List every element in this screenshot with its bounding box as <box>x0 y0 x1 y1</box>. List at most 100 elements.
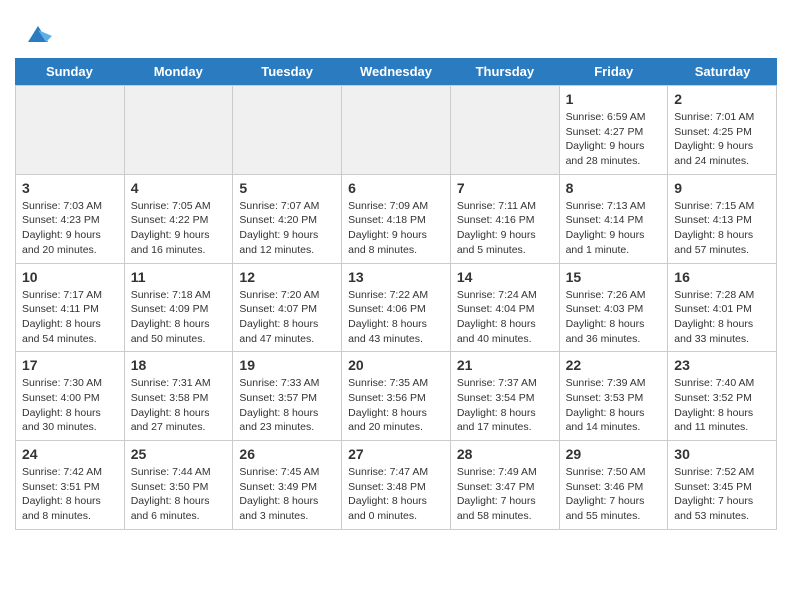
day-number: 25 <box>131 446 227 462</box>
day-number: 1 <box>566 91 662 107</box>
day-info: Sunrise: 7:33 AM Sunset: 3:57 PM Dayligh… <box>239 376 335 435</box>
calendar-cell: 10 Sunrise: 7:17 AM Sunset: 4:11 PM Dayli… <box>16 264 125 353</box>
calendar-cell <box>342 86 451 175</box>
day-info: Sunrise: 7:05 AM Sunset: 4:22 PM Dayligh… <box>131 199 227 258</box>
calendar-cell: 13 Sunrise: 7:22 AM Sunset: 4:06 PM Dayli… <box>342 264 451 353</box>
day-info: Sunrise: 7:20 AM Sunset: 4:07 PM Dayligh… <box>239 288 335 347</box>
calendar-cell: 30Sunrise: 7:52 AM Sunset: 3:45 PM Dayli… <box>668 441 777 530</box>
calendar-cell: 14Sunrise: 7:24 AM Sunset: 4:04 PM Dayli… <box>451 264 560 353</box>
day-info: Sunrise: 7:22 AM Sunset: 4:06 PM Dayligh… <box>348 288 444 347</box>
day-of-week-header: Wednesday <box>342 58 451 85</box>
day-number: 16 <box>674 269 770 285</box>
day-number: 2 <box>674 91 770 107</box>
day-number: 3 <box>22 180 118 196</box>
day-number: 17 <box>22 357 118 373</box>
day-number: 22 <box>566 357 662 373</box>
day-number: 11 <box>131 269 227 285</box>
calendar-cell <box>16 86 125 175</box>
day-info: Sunrise: 7:18 AM Sunset: 4:09 PM Dayligh… <box>131 288 227 347</box>
day-info: Sunrise: 7:49 AM Sunset: 3:47 PM Dayligh… <box>457 465 553 524</box>
logo <box>20 20 52 48</box>
logo-icon <box>24 20 52 48</box>
calendar-cell: 1 Sunrise: 6:59 AM Sunset: 4:27 PM Daylig… <box>560 86 669 175</box>
day-number: 28 <box>457 446 553 462</box>
day-info: Sunrise: 7:15 AM Sunset: 4:13 PM Dayligh… <box>674 199 770 258</box>
calendar-cell: 27 Sunrise: 7:47 AM Sunset: 3:48 PM Dayli… <box>342 441 451 530</box>
day-info: Sunrise: 7:44 AM Sunset: 3:50 PM Dayligh… <box>131 465 227 524</box>
calendar-cell <box>451 86 560 175</box>
calendar-cell: 23 Sunrise: 7:40 AM Sunset: 3:52 PM Dayli… <box>668 352 777 441</box>
day-number: 9 <box>674 180 770 196</box>
day-number: 12 <box>239 269 335 285</box>
day-of-week-header: Monday <box>124 58 233 85</box>
calendar-cell: 5 Sunrise: 7:07 AM Sunset: 4:20 PM Daylig… <box>233 175 342 264</box>
day-info: Sunrise: 7:47 AM Sunset: 3:48 PM Dayligh… <box>348 465 444 524</box>
calendar-cell: 26 Sunrise: 7:45 AM Sunset: 3:49 PM Dayli… <box>233 441 342 530</box>
day-info: Sunrise: 7:11 AM Sunset: 4:16 PM Dayligh… <box>457 199 553 258</box>
day-number: 15 <box>566 269 662 285</box>
calendar-cell: 20 Sunrise: 7:35 AM Sunset: 3:56 PM Dayli… <box>342 352 451 441</box>
day-number: 29 <box>566 446 662 462</box>
calendar-cell: 11 Sunrise: 7:18 AM Sunset: 4:09 PM Dayli… <box>125 264 234 353</box>
day-number: 10 <box>22 269 118 285</box>
day-number: 13 <box>348 269 444 285</box>
day-number: 20 <box>348 357 444 373</box>
day-info: Sunrise: 7:30 AM Sunset: 4:00 PM Dayligh… <box>22 376 118 435</box>
day-number: 19 <box>239 357 335 373</box>
day-number: 23 <box>674 357 770 373</box>
day-number: 5 <box>239 180 335 196</box>
day-info: Sunrise: 7:35 AM Sunset: 3:56 PM Dayligh… <box>348 376 444 435</box>
calendar-cell: 6Sunrise: 7:09 AM Sunset: 4:18 PM Daylig… <box>342 175 451 264</box>
day-info: Sunrise: 7:31 AM Sunset: 3:58 PM Dayligh… <box>131 376 227 435</box>
day-of-week-header: Tuesday <box>233 58 342 85</box>
day-number: 14 <box>457 269 553 285</box>
day-info: Sunrise: 7:40 AM Sunset: 3:52 PM Dayligh… <box>674 376 770 435</box>
calendar-cell: 24 Sunrise: 7:42 AM Sunset: 3:51 PM Dayli… <box>16 441 125 530</box>
day-info: Sunrise: 7:13 AM Sunset: 4:14 PM Dayligh… <box>566 199 662 258</box>
calendar-cell: 19 Sunrise: 7:33 AM Sunset: 3:57 PM Dayli… <box>233 352 342 441</box>
calendar-cell <box>233 86 342 175</box>
day-number: 27 <box>348 446 444 462</box>
day-number: 21 <box>457 357 553 373</box>
calendar-cell: 29 Sunrise: 7:50 AM Sunset: 3:46 PM Dayli… <box>560 441 669 530</box>
calendar-cell: 16 Sunrise: 7:28 AM Sunset: 4:01 PM Dayli… <box>668 264 777 353</box>
day-number: 6 <box>348 180 444 196</box>
calendar-body: 1 Sunrise: 6:59 AM Sunset: 4:27 PM Daylig… <box>15 85 777 530</box>
calendar-cell: 2 Sunrise: 7:01 AM Sunset: 4:25 PM Daylig… <box>668 86 777 175</box>
day-info: Sunrise: 7:28 AM Sunset: 4:01 PM Dayligh… <box>674 288 770 347</box>
calendar-cell: 8 Sunrise: 7:13 AM Sunset: 4:14 PM Daylig… <box>560 175 669 264</box>
calendar-cell <box>125 86 234 175</box>
day-info: Sunrise: 7:01 AM Sunset: 4:25 PM Dayligh… <box>674 110 770 169</box>
day-number: 8 <box>566 180 662 196</box>
calendar-cell: 17 Sunrise: 7:30 AM Sunset: 4:00 PM Dayli… <box>16 352 125 441</box>
day-number: 24 <box>22 446 118 462</box>
page-header <box>0 0 792 58</box>
day-of-week-header: Thursday <box>450 58 559 85</box>
day-info: Sunrise: 7:17 AM Sunset: 4:11 PM Dayligh… <box>22 288 118 347</box>
day-number: 4 <box>131 180 227 196</box>
day-info: Sunrise: 7:37 AM Sunset: 3:54 PM Dayligh… <box>457 376 553 435</box>
day-info: Sunrise: 7:07 AM Sunset: 4:20 PM Dayligh… <box>239 199 335 258</box>
day-of-week-header: Saturday <box>668 58 777 85</box>
day-of-week-header: Sunday <box>15 58 124 85</box>
calendar-cell: 12 Sunrise: 7:20 AM Sunset: 4:07 PM Dayli… <box>233 264 342 353</box>
calendar-header: SundayMondayTuesdayWednesdayThursdayFrid… <box>15 58 777 85</box>
day-info: Sunrise: 7:45 AM Sunset: 3:49 PM Dayligh… <box>239 465 335 524</box>
calendar-cell: 9 Sunrise: 7:15 AM Sunset: 4:13 PM Daylig… <box>668 175 777 264</box>
day-info: Sunrise: 6:59 AM Sunset: 4:27 PM Dayligh… <box>566 110 662 169</box>
day-info: Sunrise: 7:52 AM Sunset: 3:45 PM Dayligh… <box>674 465 770 524</box>
calendar-cell: 21 Sunrise: 7:37 AM Sunset: 3:54 PM Dayli… <box>451 352 560 441</box>
day-info: Sunrise: 7:42 AM Sunset: 3:51 PM Dayligh… <box>22 465 118 524</box>
day-info: Sunrise: 7:03 AM Sunset: 4:23 PM Dayligh… <box>22 199 118 258</box>
calendar-cell: 3 Sunrise: 7:03 AM Sunset: 4:23 PM Daylig… <box>16 175 125 264</box>
day-info: Sunrise: 7:39 AM Sunset: 3:53 PM Dayligh… <box>566 376 662 435</box>
day-info: Sunrise: 7:50 AM Sunset: 3:46 PM Dayligh… <box>566 465 662 524</box>
day-number: 26 <box>239 446 335 462</box>
calendar-cell: 28 Sunrise: 7:49 AM Sunset: 3:47 PM Dayli… <box>451 441 560 530</box>
day-of-week-header: Friday <box>559 58 668 85</box>
calendar-cell: 18 Sunrise: 7:31 AM Sunset: 3:58 PM Dayli… <box>125 352 234 441</box>
calendar-cell: 25 Sunrise: 7:44 AM Sunset: 3:50 PM Dayli… <box>125 441 234 530</box>
day-info: Sunrise: 7:26 AM Sunset: 4:03 PM Dayligh… <box>566 288 662 347</box>
calendar-cell: 15 Sunrise: 7:26 AM Sunset: 4:03 PM Dayli… <box>560 264 669 353</box>
day-number: 18 <box>131 357 227 373</box>
